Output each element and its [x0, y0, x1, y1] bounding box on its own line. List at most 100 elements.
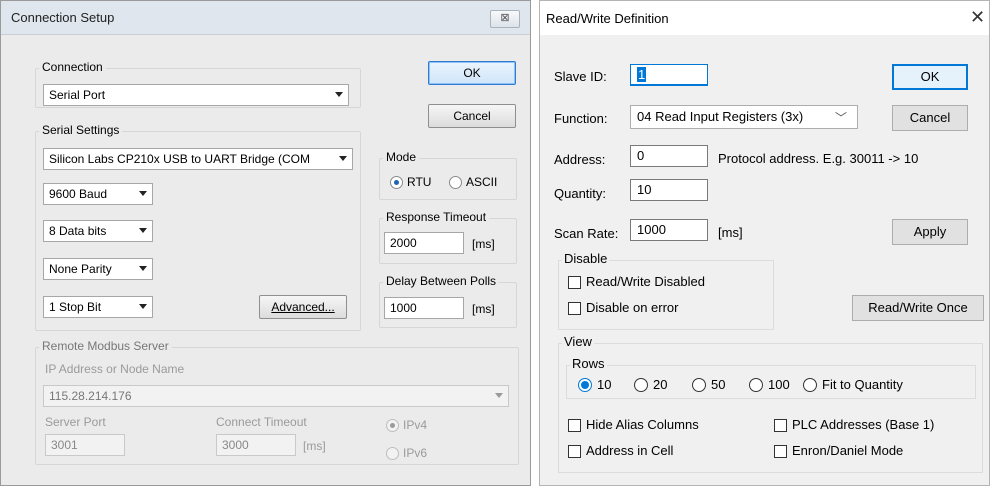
chevron-down-icon — [339, 156, 347, 161]
dialog-title: Connection Setup — [11, 10, 115, 25]
rows-100-radio[interactable] — [749, 378, 763, 392]
disable-on-error-label: Disable on error — [586, 300, 679, 315]
slave-id-label: Slave ID: — [554, 69, 607, 84]
rows-50-radio[interactable] — [692, 378, 706, 392]
serial-port-select[interactable]: Silicon Labs CP210x USB to UART Bridge (… — [43, 148, 353, 170]
delay-polls-label: Delay Between Polls — [383, 274, 500, 288]
rows-fit-label: Fit to Quantity — [822, 377, 903, 392]
rows-20-label: 20 — [653, 377, 668, 392]
connection-group-label: Connection — [39, 60, 106, 74]
chevron-down-icon: ﹀ — [834, 111, 847, 125]
title-bar: Read/Write Definition ✕ — [540, 1, 989, 35]
read-write-disabled-checkbox[interactable] — [568, 276, 581, 289]
databits-select[interactable]: 8 Data bits — [43, 220, 153, 242]
rows-fit-radio[interactable] — [803, 378, 817, 392]
rows-100-label: 100 — [768, 377, 790, 392]
address-in-cell-checkbox[interactable] — [568, 445, 581, 458]
advanced-button[interactable]: Advanced... — [259, 295, 347, 319]
read-write-disabled-label: Read/Write Disabled — [586, 274, 705, 289]
server-port-input[interactable]: 3001 — [45, 434, 125, 456]
hide-alias-label: Hide Alias Columns — [586, 417, 699, 432]
slave-id-value: 1 — [637, 67, 647, 82]
cancel-button[interactable]: Cancel — [892, 105, 968, 131]
scan-rate-input[interactable]: 1000 — [630, 219, 708, 241]
connect-timeout-label: Connect Timeout — [216, 415, 307, 429]
response-timeout-input[interactable]: 2000 — [384, 232, 464, 254]
ip-address-select[interactable]: 115.28.214.176 — [43, 385, 509, 407]
ipv6-radio[interactable] — [386, 447, 399, 460]
plc-addresses-label: PLC Addresses (Base 1) — [792, 417, 935, 432]
ipv6-label: IPv6 — [403, 446, 428, 460]
connection-select-value: Serial Port — [49, 88, 106, 102]
stopbits-select[interactable]: 1 Stop Bit — [43, 296, 153, 318]
address-in-cell-label: Address in Cell — [586, 443, 674, 458]
ipv4-radio[interactable] — [386, 419, 399, 432]
stopbits-value: 1 Stop Bit — [49, 300, 102, 314]
read-write-definition-dialog: Read/Write Definition ✕ Slave ID: 1 Func… — [539, 0, 990, 486]
slave-id-input[interactable]: 1 — [630, 64, 708, 86]
close-icon[interactable]: ✕ — [970, 7, 985, 28]
rtu-radio[interactable] — [390, 176, 403, 189]
connect-timeout-input[interactable]: 3000 — [216, 434, 296, 456]
disable-group — [558, 260, 774, 330]
chevron-down-icon — [139, 228, 147, 233]
ok-button[interactable]: OK — [892, 64, 968, 90]
chevron-down-icon — [335, 92, 343, 97]
address-hint: Protocol address. E.g. 30011 -> 10 — [718, 151, 919, 166]
chevron-down-icon — [139, 266, 147, 271]
ok-button[interactable]: OK — [428, 61, 516, 85]
function-select[interactable]: 04 Read Input Registers (3x) ﹀ — [630, 105, 858, 129]
response-timeout-label: Response Timeout — [383, 210, 490, 224]
parity-value: None Parity — [49, 262, 112, 276]
dialog-title: Read/Write Definition — [546, 11, 669, 26]
apply-button[interactable]: Apply — [892, 219, 968, 245]
rows-50-label: 50 — [711, 377, 726, 392]
rows-10-radio[interactable] — [578, 378, 592, 392]
function-label: Function: — [554, 111, 608, 126]
title-bar: Connection Setup ⊠ — [1, 1, 530, 35]
quantity-label: Quantity: — [554, 186, 607, 201]
ip-address-label: IP Address or Node Name — [45, 362, 185, 376]
chevron-down-icon — [495, 393, 503, 398]
view-group-label: View — [562, 334, 594, 349]
rows-group-label: Rows — [570, 356, 607, 371]
remote-server-label: Remote Modbus Server — [39, 339, 172, 353]
baud-value: 9600 Baud — [49, 187, 108, 201]
ipv4-label: IPv4 — [403, 418, 428, 432]
quantity-input[interactable]: 10 — [630, 179, 708, 201]
enron-checkbox[interactable] — [774, 445, 787, 458]
rows-20-radio[interactable] — [634, 378, 648, 392]
connect-timeout-unit: [ms] — [303, 439, 326, 453]
mode-label: Mode — [383, 150, 420, 164]
disable-group-label: Disable — [562, 251, 610, 266]
connection-select[interactable]: Serial Port — [43, 84, 349, 106]
address-input[interactable]: 0 — [630, 145, 708, 167]
delay-polls-unit: [ms] — [472, 302, 495, 316]
baud-select[interactable]: 9600 Baud — [43, 183, 153, 205]
response-timeout-unit: [ms] — [472, 237, 495, 251]
serial-settings-label: Serial Settings — [39, 123, 123, 137]
ascii-radio[interactable] — [449, 176, 462, 189]
server-port-label: Server Port — [45, 415, 106, 429]
rows-10-label: 10 — [597, 377, 612, 392]
function-value: 04 Read Input Registers (3x) — [637, 109, 804, 124]
chevron-down-icon — [139, 304, 147, 309]
parity-select[interactable]: None Parity — [43, 258, 153, 280]
address-label: Address: — [554, 152, 606, 167]
ascii-label: ASCII — [466, 175, 498, 189]
chevron-down-icon — [139, 191, 147, 196]
read-write-once-button[interactable]: Read/Write Once — [852, 295, 984, 321]
plc-addresses-checkbox[interactable] — [774, 419, 787, 432]
hide-alias-checkbox[interactable] — [568, 419, 581, 432]
disable-on-error-checkbox[interactable] — [568, 302, 581, 315]
close-button[interactable]: ⊠ — [490, 10, 520, 28]
scan-rate-label: Scan Rate: — [554, 226, 619, 241]
ip-address-value: 115.28.214.176 — [49, 389, 132, 403]
serial-port-value: Silicon Labs CP210x USB to UART Bridge (… — [49, 152, 310, 166]
enron-label: Enron/Daniel Mode — [792, 443, 904, 458]
cancel-button[interactable]: Cancel — [428, 104, 516, 128]
connection-setup-dialog: Connection Setup ⊠ Connection Serial Por… — [0, 0, 531, 486]
scan-rate-unit: [ms] — [718, 225, 743, 240]
rtu-label: RTU — [407, 175, 432, 189]
delay-polls-input[interactable]: 1000 — [384, 297, 464, 319]
